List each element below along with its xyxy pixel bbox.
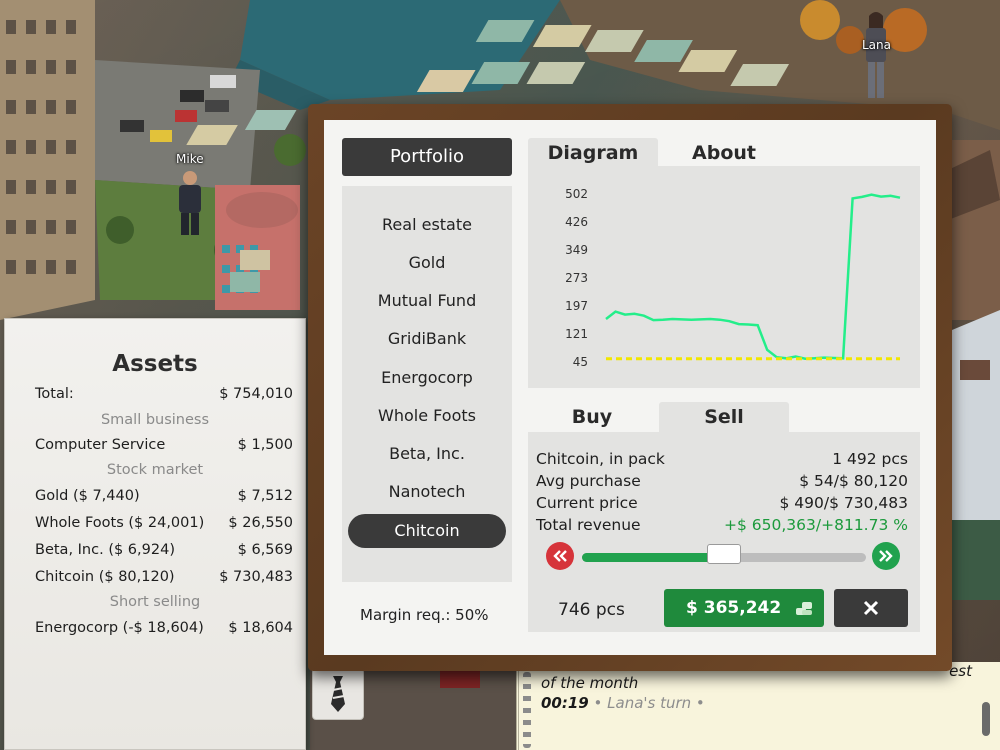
portfolio-item-gridibank[interactable]: GridiBank xyxy=(348,322,506,356)
event-log-line: of the month xyxy=(541,674,639,692)
portfolio-item-real-estate[interactable]: Real estate xyxy=(348,208,506,242)
portfolio-item-beta[interactable]: Beta, Inc. xyxy=(348,437,506,471)
asset-label: Beta, Inc. ($ 6,924) xyxy=(35,542,175,558)
asset-row-beta: Beta, Inc. ($ 6,924) $ 6,569 xyxy=(35,542,293,562)
tab-diagram[interactable]: Diagram xyxy=(528,138,658,168)
asset-value: $ 7,512 xyxy=(237,488,293,504)
quantity-slider[interactable] xyxy=(582,544,866,564)
asset-row-energocorp: Energocorp (-$ 18,604) $ 18,604 xyxy=(35,620,293,640)
margin-requirement: Margin req.: 50% xyxy=(360,606,489,624)
asset-value: $ 1,500 xyxy=(237,437,293,453)
confirm-sell-amount: $ 365,242 xyxy=(686,598,782,618)
trade-value: +$ 650,363/+811.73 % xyxy=(724,516,908,534)
coins-icon xyxy=(796,602,812,615)
y-tick-label: 349 xyxy=(565,243,588,257)
lana-figure[interactable] xyxy=(856,10,896,102)
assets-total-row: Total: $ 754,010 xyxy=(35,386,293,406)
price-chart: 502 426 349 273 197 121 45 xyxy=(528,166,920,388)
portfolio-item-gold[interactable]: Gold xyxy=(348,246,506,280)
event-log-scrollbar[interactable] xyxy=(982,702,990,736)
trade-row-total-revenue: Total revenue +$ 650,363/+811.73 % xyxy=(536,516,908,538)
tie-button[interactable] xyxy=(312,668,364,720)
tab-about[interactable]: About xyxy=(664,138,784,168)
trade-row-current-price: Current price $ 490/$ 730,483 xyxy=(536,494,908,516)
portfolio-list: Real estate Gold Mutual Fund GridiBank E… xyxy=(342,186,512,582)
section-stock-market: Stock market xyxy=(106,462,204,478)
tie-icon xyxy=(331,676,345,712)
y-tick-label: 502 xyxy=(565,187,588,201)
trade-row-in-pack: Chitcoin, in pack 1 492 pcs xyxy=(536,450,908,472)
portfolio-item-whole-foots[interactable]: Whole Foots xyxy=(348,399,506,433)
asset-value: $ 26,550 xyxy=(228,515,293,531)
asset-row-gold: Gold ($ 7,440) $ 7,512 xyxy=(35,488,293,508)
portfolio-item-chitcoin[interactable]: Chitcoin xyxy=(348,514,506,548)
section-small-business: Small business xyxy=(100,412,210,428)
trade-value: 1 492 pcs xyxy=(832,450,908,468)
portfolio-item-nanotech[interactable]: Nanotech xyxy=(348,475,506,509)
sell-panel: Chitcoin, in pack 1 492 pcs Avg purchase… xyxy=(528,432,920,632)
quantity-slider-fill xyxy=(582,553,724,562)
trade-label: Chitcoin, in pack xyxy=(536,450,665,468)
asset-value: $ 730,483 xyxy=(219,569,293,585)
event-log-panel: est of the month 00:19 • Lana's turn • xyxy=(516,662,1000,750)
event-log-partial-text: est xyxy=(949,662,972,680)
y-tick-label: 197 xyxy=(565,299,588,313)
cancel-button[interactable] xyxy=(834,589,908,627)
mike-figure[interactable] xyxy=(168,168,212,238)
y-tick-label: 273 xyxy=(565,271,588,285)
assets-total-label: Total: xyxy=(35,386,74,402)
asset-label: Chitcoin ($ 80,120) xyxy=(35,569,175,585)
event-log-turn-text: • Lana's turn • xyxy=(593,694,705,712)
assets-title: Assets xyxy=(112,351,198,377)
stock-modal: Portfolio Real estate Gold Mutual Fund G… xyxy=(308,104,952,671)
asset-row-computer-service: Computer Service $ 1,500 xyxy=(35,437,293,457)
price-series-line xyxy=(605,193,901,360)
trade-label: Avg purchase xyxy=(536,472,641,490)
asset-value: $ 6,569 xyxy=(237,542,293,558)
section-short-selling: Short selling xyxy=(109,594,201,610)
trade-label: Total revenue xyxy=(536,516,641,534)
trade-label: Current price xyxy=(536,494,638,512)
tab-buy[interactable]: Buy xyxy=(528,402,656,432)
event-log-time: 00:19 xyxy=(541,694,589,712)
asset-label: Gold ($ 7,440) xyxy=(35,488,140,504)
double-chevron-left-icon xyxy=(553,550,567,562)
double-chevron-right-icon xyxy=(879,550,893,562)
asset-label: Whole Foots ($ 24,001) xyxy=(35,515,205,531)
trade-row-avg-purchase: Avg purchase $ 54/$ 80,120 xyxy=(536,472,908,494)
y-tick-label: 45 xyxy=(573,355,588,369)
lana-name-label: Lana xyxy=(862,38,891,52)
sell-quantity: 746 pcs xyxy=(558,600,625,620)
asset-label: Computer Service xyxy=(35,437,166,453)
portfolio-item-energocorp[interactable]: Energocorp xyxy=(348,361,506,395)
y-tick-label: 121 xyxy=(565,327,588,341)
trade-value: $ 54/$ 80,120 xyxy=(799,472,908,490)
portfolio-item-mutual-fund[interactable]: Mutual Fund xyxy=(348,284,506,318)
mike-name-label: Mike xyxy=(176,152,204,166)
assets-panel: Assets Total: $ 754,010 Small business C… xyxy=(4,318,306,750)
notebook-rings xyxy=(523,672,531,748)
y-tick-label: 426 xyxy=(565,215,588,229)
increase-quantity-button[interactable] xyxy=(872,542,900,570)
asset-label: Energocorp (-$ 18,604) xyxy=(35,620,204,636)
stock-modal-content: Portfolio Real estate Gold Mutual Fund G… xyxy=(324,120,936,655)
asset-row-chitcoin: Chitcoin ($ 80,120) $ 730,483 xyxy=(35,569,293,589)
confirm-sell-button[interactable]: $ 365,242 xyxy=(664,589,824,627)
asset-value: $ 18,604 xyxy=(228,620,293,636)
asset-row-whole-foots: Whole Foots ($ 24,001) $ 26,550 xyxy=(35,515,293,535)
portfolio-tab[interactable]: Portfolio xyxy=(342,138,512,176)
assets-total-value: $ 754,010 xyxy=(219,386,293,402)
event-log-turn-line: 00:19 • Lana's turn • xyxy=(541,694,705,712)
price-chart-svg: 502 426 349 273 197 121 45 xyxy=(565,187,901,369)
trade-value: $ 490/$ 730,483 xyxy=(779,494,908,512)
quantity-slider-thumb[interactable] xyxy=(707,544,741,564)
tab-sell[interactable]: Sell xyxy=(659,402,789,432)
close-icon xyxy=(863,600,879,616)
decrease-quantity-button[interactable] xyxy=(546,542,574,570)
